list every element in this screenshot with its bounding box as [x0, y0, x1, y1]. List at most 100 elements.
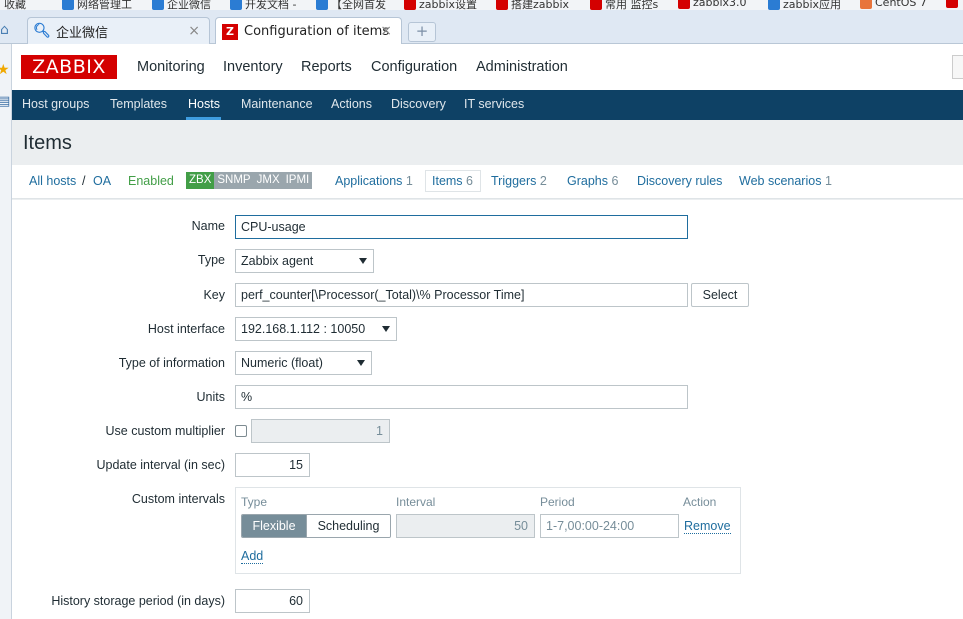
star-icon[interactable]: ★ [0, 62, 10, 78]
interval-type-toggle: Flexible Scheduling [241, 514, 391, 538]
page-icon [768, 0, 780, 10]
active-tab-indicator [186, 117, 221, 120]
bookmark-item[interactable]: 【全网首发 [316, 0, 386, 10]
tab-items[interactable]: Items 6 [432, 174, 473, 188]
breadcrumb-all-hosts[interactable]: All hosts [29, 174, 76, 188]
tab-web-scenarios[interactable]: Web scenarios 1 [739, 174, 832, 188]
name-input[interactable]: CPU-usage [235, 215, 688, 239]
tab-count: 6 [611, 174, 619, 188]
history-value: 60 [289, 594, 303, 608]
bookmark-item[interactable]: 搭建zabbix [496, 0, 569, 10]
host-interface-select[interactable]: 192.168.1.112 : 10050 [235, 317, 397, 341]
host-interface-value: 192.168.1.112 : 10050 [241, 322, 366, 336]
custom-intervals-table: Type Interval Period Action Flexible Sch… [235, 487, 741, 574]
badge-snmp: SNMP [214, 172, 254, 189]
custom-multiplier-label: Use custom multiplier [105, 424, 225, 438]
add-interval-link[interactable]: Add [241, 549, 264, 564]
flexible-option[interactable]: Flexible [242, 515, 306, 537]
tab-label: Graphs [567, 174, 608, 188]
breadcrumb-host[interactable]: OA [93, 174, 111, 188]
nav-inventory[interactable]: Inventory [223, 59, 283, 75]
zabbix-logo[interactable]: ZABBIX [21, 55, 117, 79]
nav-configuration[interactable]: Configuration [371, 59, 457, 75]
type-of-information-label: Type of information [118, 356, 225, 370]
bookmark-label: 常用 监控s [605, 0, 659, 10]
col-period-header: Period [540, 495, 575, 509]
csdn-icon [496, 0, 508, 10]
nav-administration[interactable]: Administration [476, 59, 568, 75]
nav-monitoring[interactable]: Monitoring [137, 59, 205, 75]
search-icon: 🔍︎ [33, 23, 51, 39]
browser-tab[interactable]: 🔍︎ 企业微信 × [27, 17, 210, 44]
host-interface-label: Host interface [147, 322, 225, 336]
type-select[interactable]: Zabbix agent [235, 249, 374, 273]
bookmark-item[interactable]: 开发文档 - [230, 0, 296, 10]
period-value: 1-7,00:00-24:00 [546, 519, 635, 533]
key-input[interactable]: perf_counter[\Processor(_Total)\% Proces… [235, 283, 688, 307]
page-title: Items [23, 132, 72, 154]
browser-sidebar: ★ ▤ [0, 44, 12, 619]
units-input[interactable]: % [235, 385, 688, 409]
globe-icon [62, 0, 74, 10]
multiplier-value: 1 [376, 424, 383, 438]
availability-badges: ZBX SNMP JMX IPMI [186, 172, 313, 189]
history-input[interactable]: 60 [235, 589, 310, 613]
search-input[interactable] [952, 55, 963, 79]
browser-tab-active[interactable]: Z Configuration of items × [215, 17, 402, 45]
interval-input[interactable]: 50 [396, 514, 535, 538]
subnav-discovery[interactable]: Discovery [391, 97, 446, 111]
bookmark-item[interactable]: CentOS 7 [860, 0, 927, 9]
bookmark-item[interactable]: zabbix应用 [768, 0, 841, 10]
sub-nav: Host groups Templates Hosts Maintenance … [12, 90, 963, 120]
chevron-down-icon [359, 258, 367, 264]
tab-applications[interactable]: Applications 1 [335, 174, 413, 188]
bookmark-item[interactable] [946, 0, 958, 8]
bookmark-item[interactable]: 网络管理工 [62, 0, 132, 10]
home-icon[interactable]: ⌂ [0, 22, 14, 38]
units-label: Units [196, 390, 225, 404]
bookmark-label: 网络管理工 [77, 0, 132, 10]
subnav-actions[interactable]: Actions [331, 97, 372, 111]
bookmark-favorites[interactable]: 收藏 [4, 0, 26, 10]
page-icon [316, 0, 328, 10]
tab-count: 1 [824, 174, 832, 188]
bookmark-label: zabbix3.0 [693, 0, 747, 9]
close-icon[interactable]: × [188, 23, 200, 39]
tab-discovery-rules[interactable]: Discovery rules [637, 174, 722, 188]
remove-interval-link[interactable]: Remove [684, 519, 731, 534]
col-interval-header: Interval [396, 495, 436, 509]
csdn-icon [946, 0, 958, 8]
bookmark-item[interactable]: 企业微信 [152, 0, 211, 10]
select-key-button[interactable]: Select [691, 283, 749, 307]
bookmark-item[interactable]: zabbix设置 [404, 0, 477, 10]
csdn-icon [590, 0, 602, 10]
tab-triggers[interactable]: Triggers 2 [491, 174, 547, 188]
folder-icon [230, 0, 242, 10]
bookmark-item[interactable]: zabbix3.0 [678, 0, 747, 9]
tab-graphs[interactable]: Graphs 6 [567, 174, 618, 188]
bookmark-label: zabbix设置 [419, 0, 478, 10]
new-tab-button[interactable]: + [408, 22, 436, 42]
close-icon[interactable]: × [380, 23, 392, 39]
subnav-maintenance[interactable]: Maintenance [241, 97, 313, 111]
type-of-information-select[interactable]: Numeric (float) [235, 351, 372, 375]
bookmark-item[interactable]: 常用 监控s [590, 0, 658, 10]
subnav-templates[interactable]: Templates [110, 97, 167, 111]
custom-multiplier-checkbox[interactable] [235, 425, 247, 437]
key-value: perf_counter[\Processor(_Total)\% Proces… [241, 288, 525, 302]
period-input[interactable]: 1-7,00:00-24:00 [540, 514, 679, 538]
badge-ipmi: IPMI [282, 172, 313, 189]
tab-title: Configuration of items [244, 24, 390, 39]
interval-value: 50 [514, 519, 528, 533]
browser-tab-bar: ⌂ 🔍︎ 企业微信 × Z Configuration of items × + [0, 10, 963, 45]
scheduling-option[interactable]: Scheduling [306, 515, 390, 537]
subnav-host-groups[interactable]: Host groups [22, 97, 89, 111]
csdn-icon [404, 0, 416, 10]
name-value: CPU-usage [241, 220, 306, 234]
subnav-hosts[interactable]: Hosts [188, 97, 220, 111]
nav-reports[interactable]: Reports [301, 59, 352, 75]
host-status[interactable]: Enabled [128, 174, 174, 188]
notebook-icon[interactable]: ▤ [0, 94, 10, 109]
subnav-it-services[interactable]: IT services [464, 97, 524, 111]
update-interval-input[interactable]: 15 [235, 453, 310, 477]
